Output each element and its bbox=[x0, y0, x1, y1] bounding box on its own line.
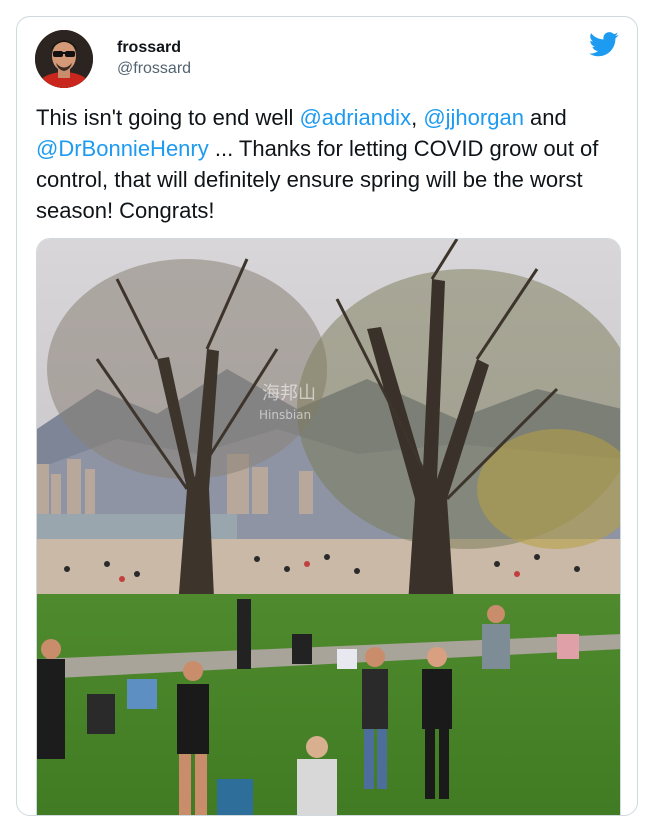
watermark-en: Hinsbian bbox=[259, 408, 311, 422]
tweet-text-segment: This isn't going to end well bbox=[36, 105, 300, 130]
tweet-text-segment: , bbox=[411, 105, 424, 130]
twitter-bird-icon[interactable] bbox=[589, 32, 619, 57]
tweet-header: frossard @frossard bbox=[35, 30, 619, 88]
tweet-text-segment: and bbox=[523, 105, 567, 130]
display-name[interactable]: frossard bbox=[117, 38, 191, 58]
avatar[interactable] bbox=[35, 30, 93, 88]
tweet-card[interactable]: frossard @frossard This isn't going to e… bbox=[16, 16, 638, 816]
mention-link[interactable]: @DrBonnieHenry bbox=[36, 136, 209, 161]
tweet-text: This isn't going to end well @adriandix,… bbox=[36, 102, 626, 226]
tweet-photo[interactable]: 海邦山 Hinsbian bbox=[36, 238, 621, 815]
user-names[interactable]: frossard @frossard bbox=[117, 38, 191, 79]
user-handle[interactable]: @frossard bbox=[117, 59, 191, 79]
watermark-cn: 海邦山 bbox=[262, 383, 316, 404]
mention-link[interactable]: @jjhorgan bbox=[423, 105, 524, 130]
mention-link[interactable]: @adriandix bbox=[299, 105, 411, 130]
